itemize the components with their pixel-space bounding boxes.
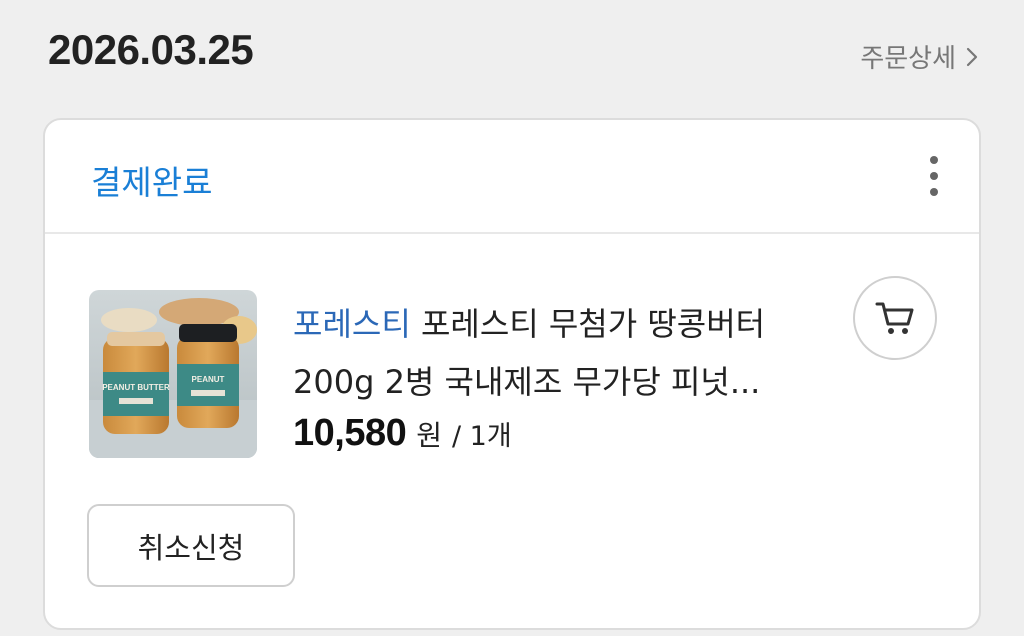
add-to-cart-button[interactable] <box>853 276 937 360</box>
order-card-header: 결제완료 <box>45 120 979 234</box>
price-line: 10,580 원 / 1개 <box>293 412 512 455</box>
order-status: 결제완료 <box>91 163 213 202</box>
order-card: 결제완료 PEANUT BUTTER PEANUT 포레스티 포레스티 무첨가 … <box>43 118 981 630</box>
product-price: 10,580 <box>293 412 407 454</box>
cancel-request-button[interactable]: 취소신청 <box>87 504 295 587</box>
order-detail-link[interactable]: 주문상세 <box>860 38 978 75</box>
product-image[interactable]: PEANUT BUTTER PEANUT <box>89 290 257 458</box>
svg-text:PEANUT: PEANUT <box>192 375 225 384</box>
product-seller[interactable]: 포레스티 <box>293 305 411 343</box>
order-date: 2026.03.25 <box>48 26 254 73</box>
product-title[interactable]: 포레스티 포레스티 무첨가 땅콩버터 200g 2병 국내제조 무가당 피넛..… <box>293 295 813 411</box>
more-vertical-icon[interactable] <box>923 154 945 198</box>
order-detail-label: 주문상세 <box>860 44 956 74</box>
cart-icon <box>875 302 914 334</box>
chevron-right-icon <box>966 47 978 66</box>
product-image-label: PEANUT BUTTER <box>102 383 170 392</box>
price-unit: 원 <box>416 419 442 452</box>
product-quantity: / 1개 <box>452 421 512 452</box>
